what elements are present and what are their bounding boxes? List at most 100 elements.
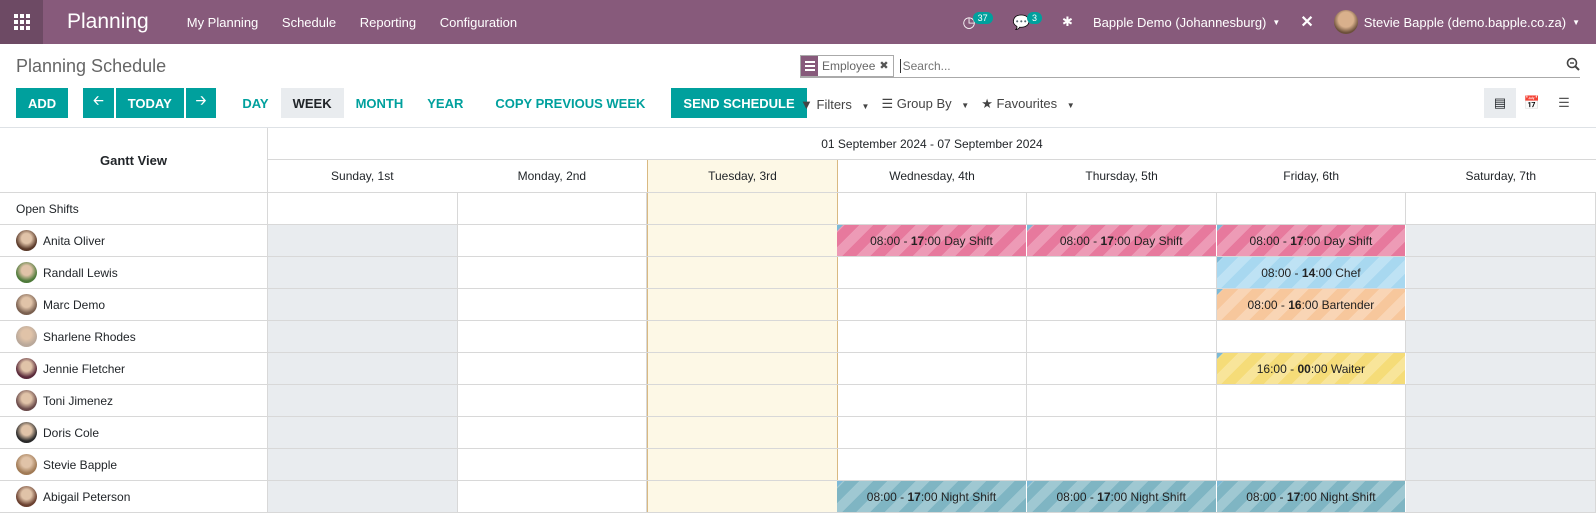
gantt-cell[interactable] bbox=[647, 417, 838, 448]
gantt-cell[interactable] bbox=[1027, 385, 1217, 416]
shift-pill[interactable]: 08:00 - 17:00 Day Shift bbox=[837, 225, 1027, 256]
gantt-cell[interactable] bbox=[1406, 289, 1596, 320]
search-icon[interactable] bbox=[1566, 57, 1580, 71]
gantt-cell[interactable] bbox=[647, 289, 838, 320]
calendar-view-button[interactable]: 📅 bbox=[1516, 88, 1548, 118]
messages-button[interactable]: 💬 3 bbox=[1013, 12, 1043, 31]
shift-pill[interactable]: 08:00 - 17:00 Day Shift bbox=[1216, 225, 1407, 256]
shift-pill[interactable]: 08:00 - 14:00 Chef bbox=[1216, 257, 1407, 288]
gantt-cell[interactable] bbox=[838, 353, 1028, 384]
search-input[interactable] bbox=[899, 58, 1580, 73]
gantt-cell[interactable] bbox=[458, 449, 648, 480]
remove-facet-icon[interactable]: ✖ bbox=[879, 59, 892, 72]
gantt-cell[interactable] bbox=[647, 385, 838, 416]
gantt-cell[interactable] bbox=[1027, 289, 1217, 320]
gantt-cell[interactable] bbox=[1406, 353, 1596, 384]
gantt-cell[interactable] bbox=[268, 385, 458, 416]
scale-day-button[interactable]: DAY bbox=[230, 88, 280, 118]
gantt-cell[interactable] bbox=[1027, 257, 1217, 288]
menu-schedule[interactable]: Schedule bbox=[282, 15, 336, 30]
send-schedule-button[interactable]: SEND SCHEDULE bbox=[671, 88, 807, 118]
gantt-cell[interactable] bbox=[838, 417, 1028, 448]
gantt-cell[interactable] bbox=[268, 193, 458, 224]
apps-menu-button[interactable] bbox=[0, 0, 43, 44]
gantt-cell[interactable] bbox=[838, 321, 1028, 352]
scale-month-button[interactable]: MONTH bbox=[344, 88, 416, 118]
gantt-cell[interactable] bbox=[458, 193, 648, 224]
gantt-cell[interactable] bbox=[1027, 321, 1217, 352]
gantt-cell[interactable] bbox=[1217, 449, 1407, 480]
gantt-view-button[interactable]: ▤ bbox=[1484, 88, 1516, 118]
gantt-cell[interactable] bbox=[1406, 193, 1596, 224]
gantt-cell[interactable] bbox=[458, 417, 648, 448]
shift-pill[interactable]: 08:00 - 17:00 Night Shift bbox=[1216, 481, 1407, 512]
shift-pill[interactable]: 08:00 - 17:00 Night Shift bbox=[837, 481, 1027, 512]
gantt-cell[interactable] bbox=[458, 481, 648, 512]
gantt-cell[interactable] bbox=[1027, 417, 1217, 448]
gantt-cell[interactable] bbox=[268, 321, 458, 352]
gantt-cell[interactable] bbox=[838, 193, 1028, 224]
gantt-cell[interactable] bbox=[838, 289, 1028, 320]
gantt-cell[interactable] bbox=[1406, 321, 1596, 352]
list-view-button[interactable]: ☰ bbox=[1548, 88, 1580, 118]
gantt-cell[interactable] bbox=[647, 193, 838, 224]
shift-pill[interactable]: 08:00 - 16:00 Bartender bbox=[1216, 289, 1407, 320]
shift-pill[interactable]: 08:00 - 17:00 Night Shift bbox=[1026, 481, 1217, 512]
gantt-cell[interactable] bbox=[838, 385, 1028, 416]
company-switcher[interactable]: Bapple Demo (Johannesburg) ▼ bbox=[1093, 15, 1280, 30]
gantt-cell[interactable] bbox=[1406, 449, 1596, 480]
gantt-cell[interactable] bbox=[647, 353, 838, 384]
gantt-cell[interactable] bbox=[268, 353, 458, 384]
gantt-cell[interactable] bbox=[647, 321, 838, 352]
gantt-cell[interactable] bbox=[1217, 193, 1407, 224]
menu-configuration[interactable]: Configuration bbox=[440, 15, 517, 30]
gantt-cell[interactable] bbox=[268, 225, 458, 256]
tools-button[interactable]: ✕ bbox=[1300, 12, 1313, 32]
gantt-cell[interactable] bbox=[647, 449, 838, 480]
favourites-dropdown[interactable]: ★ Favourites ▼ bbox=[981, 96, 1075, 112]
gantt-cell[interactable] bbox=[268, 449, 458, 480]
gantt-cell[interactable] bbox=[1027, 353, 1217, 384]
shift-pill[interactable]: 08:00 - 17:00 Day Shift bbox=[1026, 225, 1217, 256]
gantt-cell[interactable] bbox=[1406, 417, 1596, 448]
group-by-dropdown[interactable]: ☰ Group By ▼ bbox=[881, 96, 969, 112]
gantt-cell[interactable] bbox=[1406, 481, 1596, 512]
gantt-cell[interactable] bbox=[268, 289, 458, 320]
app-brand[interactable]: Planning bbox=[67, 10, 149, 34]
gantt-cell[interactable] bbox=[647, 225, 838, 256]
gantt-cell[interactable] bbox=[1027, 193, 1217, 224]
shift-pill[interactable]: 16:00 - 00:00 Waiter bbox=[1216, 353, 1407, 384]
gantt-cell[interactable] bbox=[647, 481, 838, 512]
previous-button[interactable]: 🡠 bbox=[83, 88, 114, 118]
add-button[interactable]: ADD bbox=[16, 88, 69, 118]
gantt-cell[interactable] bbox=[838, 257, 1028, 288]
scale-week-button[interactable]: WEEK bbox=[280, 88, 344, 118]
gantt-cell[interactable] bbox=[647, 257, 838, 288]
gantt-cell[interactable] bbox=[838, 449, 1028, 480]
gantt-cell[interactable] bbox=[268, 417, 458, 448]
gantt-cell[interactable] bbox=[1217, 417, 1407, 448]
gantt-cell[interactable] bbox=[458, 353, 648, 384]
gantt-cell[interactable] bbox=[458, 321, 648, 352]
gantt-cell[interactable] bbox=[458, 289, 648, 320]
scale-year-button[interactable]: YEAR bbox=[415, 88, 475, 118]
gantt-cell[interactable] bbox=[1027, 449, 1217, 480]
filters-dropdown[interactable]: ▼ Filters ▼ bbox=[800, 97, 869, 112]
debug-button[interactable]: ✱ bbox=[1062, 14, 1073, 30]
menu-reporting[interactable]: Reporting bbox=[360, 15, 416, 30]
gantt-cell[interactable] bbox=[1406, 385, 1596, 416]
gantt-cell[interactable] bbox=[1217, 385, 1407, 416]
next-button[interactable]: 🡢 bbox=[185, 88, 217, 118]
gantt-cell[interactable] bbox=[268, 257, 458, 288]
gantt-cell[interactable] bbox=[458, 225, 648, 256]
gantt-cell[interactable] bbox=[268, 481, 458, 512]
gantt-cell[interactable] bbox=[458, 385, 648, 416]
gantt-cell[interactable] bbox=[1406, 257, 1596, 288]
gantt-cell[interactable] bbox=[458, 257, 648, 288]
copy-previous-week-button[interactable]: COPY PREVIOUS WEEK bbox=[483, 88, 657, 118]
user-menu[interactable]: Stevie Bapple (demo.bapple.co.za) ▼ bbox=[1333, 10, 1580, 34]
gantt-cell[interactable] bbox=[1406, 225, 1596, 256]
menu-my-planning[interactable]: My Planning bbox=[187, 15, 259, 30]
today-button[interactable]: TODAY bbox=[115, 88, 184, 118]
activities-button[interactable]: ◷ 37 bbox=[962, 12, 993, 31]
